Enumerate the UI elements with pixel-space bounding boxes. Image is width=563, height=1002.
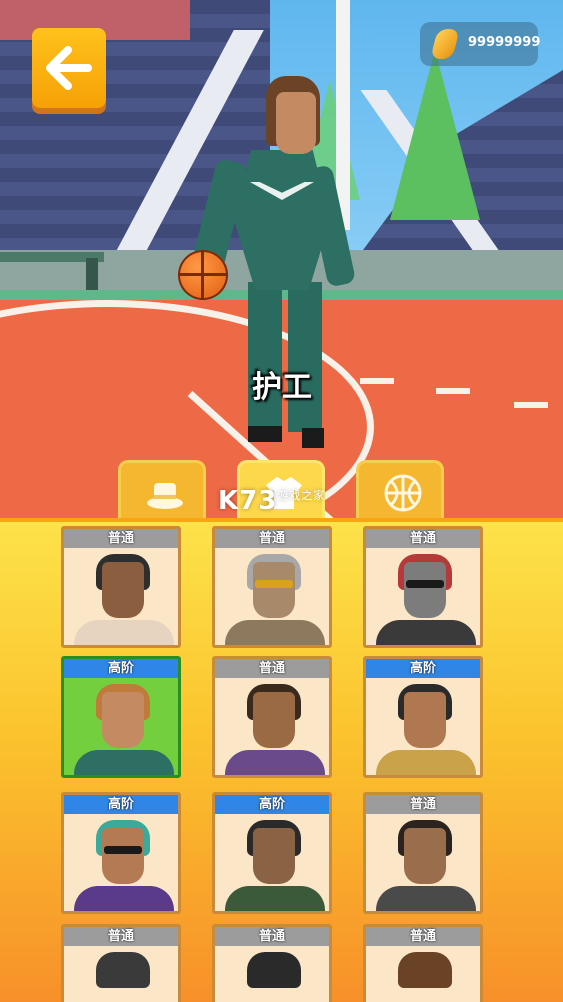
outfit-card[interactable]: 高阶	[212, 792, 332, 914]
court-dash	[436, 388, 470, 394]
outfit-portrait	[215, 548, 329, 645]
player-head	[276, 92, 316, 154]
outfit-portrait	[215, 946, 329, 1002]
outfit-portrait	[64, 814, 178, 911]
court-dash	[360, 378, 394, 384]
outfit-card[interactable]: 普通	[212, 924, 332, 1002]
rarity-tag: 普通	[64, 927, 178, 946]
watermark-logo: K73	[218, 486, 278, 516]
outfit-card[interactable]: 普通	[61, 526, 181, 648]
outfit-portrait	[366, 548, 480, 645]
outfit-card[interactable]: 普通	[363, 924, 483, 1002]
watermark: K73游戏之家	[218, 486, 325, 516]
outfit-portrait	[366, 678, 480, 775]
outfit-portrait	[366, 946, 480, 1002]
player-leg	[288, 282, 322, 432]
outfit-portrait	[64, 548, 178, 645]
rarity-tag: 高阶	[366, 659, 480, 678]
outfit-card[interactable]: 普通	[61, 924, 181, 1002]
coin-amount: 99999999	[468, 35, 541, 50]
outfit-card[interactable]: 普通	[212, 656, 332, 778]
character-name: 护工	[252, 370, 312, 405]
rarity-tag: 普通	[215, 659, 329, 678]
player-leg	[248, 282, 282, 432]
tab-hats[interactable]	[118, 460, 206, 522]
player-shoe	[302, 428, 324, 448]
outfit-portrait	[215, 678, 329, 775]
rarity-tag: 高阶	[215, 795, 329, 814]
rarity-tag: 普通	[366, 529, 480, 548]
watermark-subtitle: 游戏之家	[277, 489, 326, 502]
court-dash	[514, 402, 548, 408]
rarity-tag: 普通	[215, 927, 329, 946]
rarity-tag: 普通	[215, 529, 329, 548]
player-shoe	[248, 426, 282, 442]
light-pole	[336, 0, 350, 230]
outfit-card[interactable]: 普通	[363, 792, 483, 914]
tab-balls[interactable]	[356, 460, 444, 522]
outfit-panel: 普通 普通 普通 高阶 普通 高阶 高阶 高阶 普通 普通 普通 普通	[0, 518, 563, 1002]
outfit-card[interactable]: 普通	[212, 526, 332, 648]
basketball	[178, 250, 228, 300]
outfit-portrait	[64, 946, 178, 1002]
outfit-card-selected[interactable]: 高阶	[61, 656, 181, 778]
rarity-tag: 普通	[366, 795, 480, 814]
outfit-card[interactable]: 高阶	[363, 656, 483, 778]
outfit-card[interactable]: 高阶	[61, 792, 181, 914]
bench-leg	[86, 258, 98, 292]
hat-icon	[147, 483, 183, 509]
outfit-portrait	[215, 814, 329, 911]
rarity-tag: 高阶	[64, 795, 178, 814]
back-button[interactable]	[32, 28, 106, 108]
rarity-tag: 普通	[366, 927, 480, 946]
arrow-left-icon	[46, 46, 92, 90]
coin-icon	[430, 29, 460, 59]
rarity-tag: 普通	[64, 529, 178, 548]
outfit-portrait	[366, 814, 480, 911]
rarity-tag: 高阶	[64, 659, 178, 678]
basketball-icon	[384, 474, 422, 512]
coin-counter: 99999999	[420, 22, 541, 66]
outfit-portrait	[64, 678, 178, 775]
outfit-card[interactable]: 普通	[363, 526, 483, 648]
